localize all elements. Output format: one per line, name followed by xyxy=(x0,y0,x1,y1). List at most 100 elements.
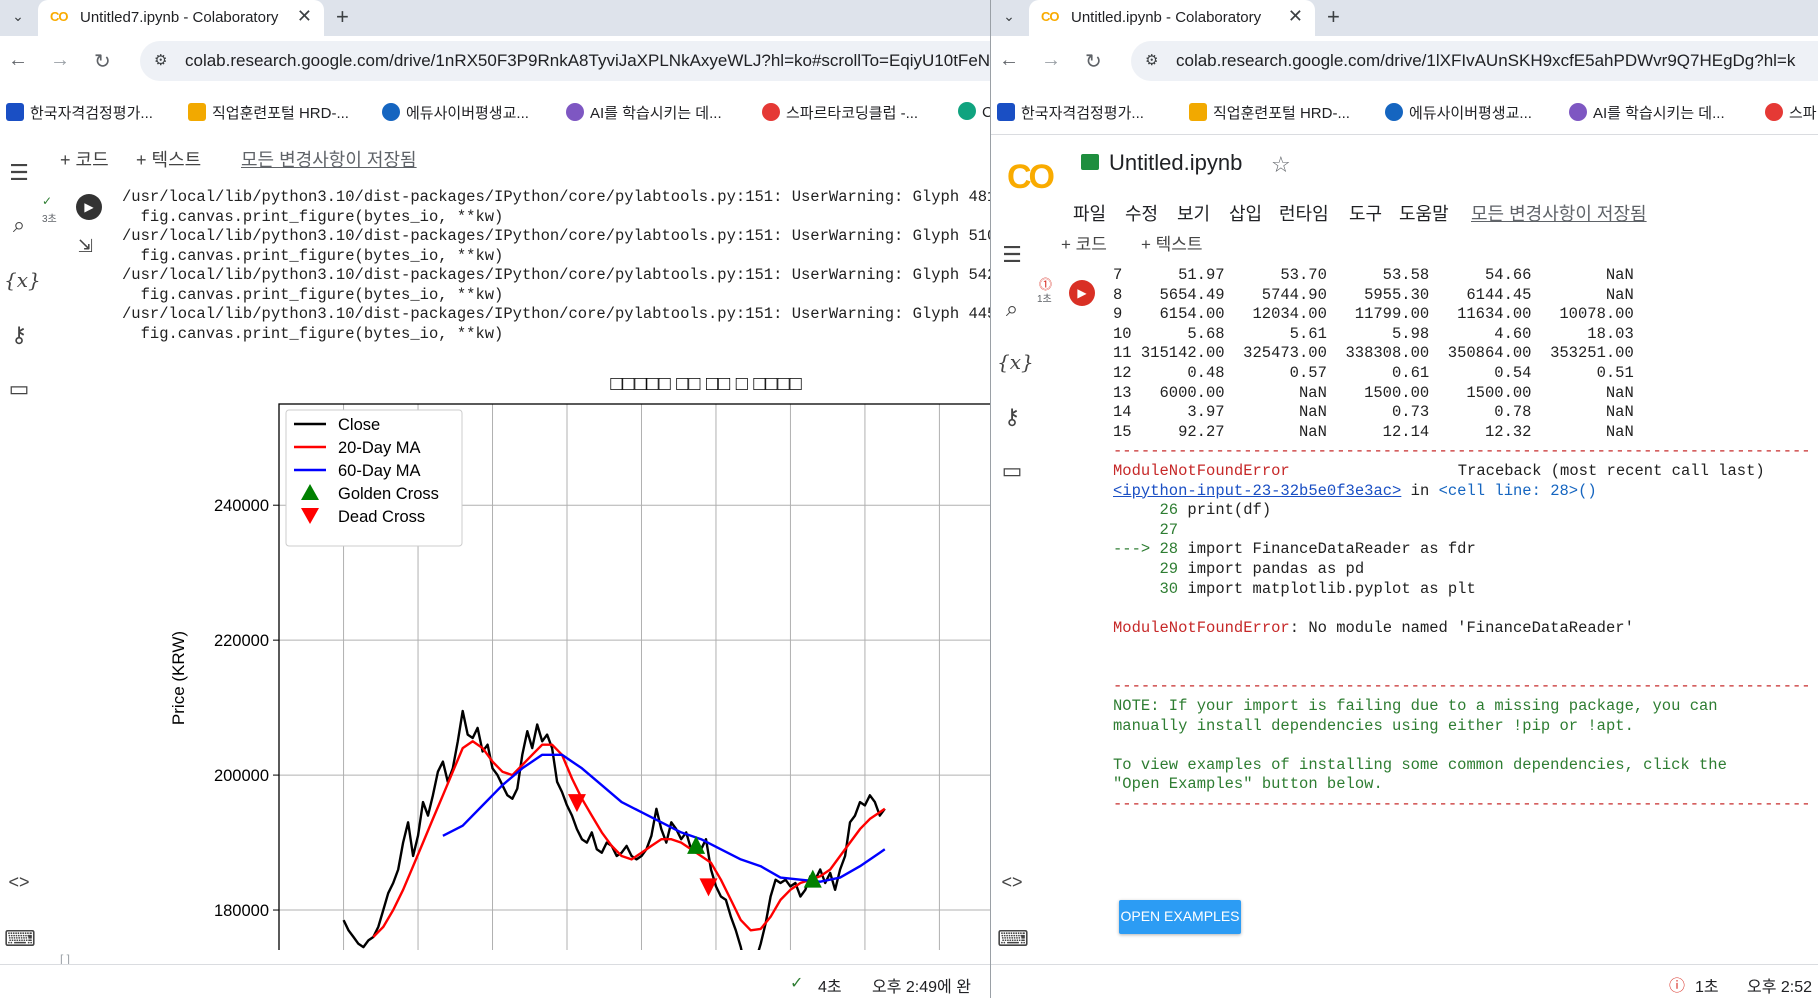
save-status: 모든 변경사항이 저장됨 xyxy=(1471,204,1647,224)
status-check-icon: ✓ xyxy=(790,975,804,992)
bookmark-item[interactable]: C xyxy=(958,102,990,121)
terminal-icon[interactable]: ⌨ xyxy=(4,926,36,952)
legend-close-label: Close xyxy=(338,416,380,434)
bookmark-item[interactable]: AI를 학습시키는 데... xyxy=(1569,102,1725,123)
tab-title: Untitled.ipynb - Colaboratory xyxy=(1071,9,1262,26)
bookmark-hrd-icon xyxy=(1189,103,1207,121)
colab-logo[interactable]: CO xyxy=(1007,158,1055,197)
bookmark-item[interactable]: 한국자격검정평가... xyxy=(6,102,153,123)
menu-edit[interactable]: 수정 xyxy=(1125,200,1158,226)
reload-icon[interactable]: ↻ xyxy=(1085,49,1102,74)
close-tab-icon[interactable]: ✕ xyxy=(1288,6,1303,27)
ipython-input-link[interactable]: <ipython-input-23-32b5e0f3e3ac> xyxy=(1113,482,1401,500)
bookmark-label: 스파 xyxy=(1789,105,1817,122)
add-code-button[interactable]: + 코드 xyxy=(60,146,109,172)
secrets-key-icon[interactable]: ⚷ xyxy=(4,322,34,348)
table-row: 8 5654.49 5744.90 5955.30 6144.45 NaN xyxy=(1113,284,1811,304)
error-output: 7 51.97 53.70 53.58 54.66 NaN 8 5654.49 5744.90 5… xyxy=(1113,264,1811,813)
run-cell-button[interactable]: ▶ xyxy=(76,194,102,220)
terminal-icon[interactable]: ⌨ xyxy=(997,926,1029,952)
browser-tab[interactable]: CO Untitled.ipynb - Colaboratory ✕ xyxy=(1029,0,1315,36)
bookmark-item[interactable]: 직업훈련포털 HRD-... xyxy=(188,102,349,123)
chart-title: □□□□□ □□ □□ □ □□□□ xyxy=(610,373,801,395)
menu-file[interactable]: 파일 xyxy=(1073,200,1106,226)
run-cell-button[interactable]: ▶ xyxy=(1069,280,1095,306)
status-bar: ⓘ 1초 오후 2:52 xyxy=(991,964,1818,998)
status-duration: 1초 xyxy=(1695,979,1719,996)
bookmark-item[interactable]: 스파 xyxy=(1765,102,1817,123)
star-icon[interactable]: ☆ xyxy=(1271,152,1291,178)
y-tick-label: 180000 xyxy=(214,902,269,920)
back-icon[interactable]: ← xyxy=(999,49,1019,72)
close-tab-icon[interactable]: ✕ xyxy=(297,6,312,27)
tab-search-icon[interactable]: ⌄ xyxy=(997,4,1021,28)
code-snippets-icon[interactable]: <> xyxy=(4,872,34,893)
add-text-button[interactable]: + 텍스트 xyxy=(136,146,201,172)
variables-icon[interactable]: {x} xyxy=(4,268,41,292)
toc-icon[interactable]: ☰ xyxy=(997,242,1027,268)
menu-tools[interactable]: 도구 xyxy=(1349,200,1382,226)
variables-icon[interactable]: {x} xyxy=(997,350,1034,374)
bookmark-item[interactable]: 에듀사이버평생교... xyxy=(382,102,529,123)
new-tab-icon[interactable]: + xyxy=(336,4,349,30)
add-code-button[interactable]: + 코드 xyxy=(1061,230,1107,255)
error-header: ModuleNotFoundError Traceback (most recen… xyxy=(1113,460,1811,480)
warning-line: /usr/local/lib/python3.10/dist-packages/… xyxy=(122,188,990,206)
menu-insert[interactable]: 삽입 xyxy=(1229,200,1262,226)
url-field[interactable]: ⚙ colab.research.google.com/drive/1nRX50… xyxy=(140,41,990,81)
menu-view[interactable]: 보기 xyxy=(1177,200,1210,226)
files-folder-icon[interactable]: ▭ xyxy=(4,376,34,402)
site-info-icon[interactable]: ⚙ xyxy=(154,51,167,69)
notebook-title[interactable]: Untitled.ipynb xyxy=(1109,150,1242,176)
forward-icon[interactable]: → xyxy=(50,49,70,72)
add-text-button[interactable]: + 텍스트 xyxy=(1141,230,1203,255)
tab-search-icon[interactable]: ⌄ xyxy=(6,4,30,28)
table-row: 13 6000.00 NaN 1500.00 1500.00 NaN xyxy=(1113,382,1811,402)
bookmark-label: 에듀사이버평생교... xyxy=(1409,105,1532,122)
bookmark-item[interactable]: AI를 학습시키는 데... xyxy=(566,102,722,123)
legend-golden-label: Golden Cross xyxy=(338,485,439,503)
menu-runtime[interactable]: 런타임 xyxy=(1279,200,1329,226)
table-row: 7 51.97 53.70 53.58 54.66 NaN xyxy=(1113,264,1811,284)
legend-ma60-label: 60-Day MA xyxy=(338,462,421,480)
files-folder-icon[interactable]: ▭ xyxy=(997,458,1027,484)
cell-line-ref: <cell line: 28>() xyxy=(1438,481,1597,500)
bookmark-item[interactable]: 직업훈련포털 HRD-... xyxy=(1189,102,1350,123)
forward-icon[interactable]: → xyxy=(1041,49,1061,72)
traceback-code-line: 26 print(df) xyxy=(1113,499,1811,519)
code-line-number: 26 xyxy=(1113,501,1188,520)
traceback-code-line: 27 xyxy=(1113,519,1811,539)
menu-help[interactable]: 도움말 xyxy=(1399,200,1449,226)
bookmark-item[interactable]: 한국자격검정평가... xyxy=(997,102,1144,123)
browser-tab[interactable]: CO Untitled7.ipynb - Colaboratory ✕ xyxy=(38,0,324,36)
secrets-key-icon[interactable]: ⚷ xyxy=(997,404,1027,430)
rule-line: ----------------------------------------… xyxy=(1113,440,1811,460)
new-tab-icon[interactable]: + xyxy=(1327,4,1340,30)
bookmark-item[interactable]: 스파르타코딩클럽 -... xyxy=(762,102,918,123)
rule-line: ----------------------------------------… xyxy=(1113,675,1811,695)
colab-favicon-icon: CO xyxy=(50,9,68,24)
error-name: ModuleNotFoundError xyxy=(1113,461,1290,480)
bookmark-label: C xyxy=(982,104,990,121)
search-icon[interactable]: ⌕ xyxy=(997,296,1027,322)
bookmark-item[interactable]: 에듀사이버평생교... xyxy=(1385,102,1532,123)
search-icon[interactable]: ⌕ xyxy=(4,212,34,238)
exec-check-icon: ✓ xyxy=(42,194,53,208)
back-icon[interactable]: ← xyxy=(8,49,28,72)
table-row: 11 315142.00 325473.00 338308.00 350864.00 35… xyxy=(1113,342,1811,362)
site-info-icon[interactable]: ⚙ xyxy=(1145,51,1158,69)
colab-sidebar: ☰ ⌕ {x} ⚷ ▭ <> ⌨ xyxy=(0,150,41,998)
url-field[interactable]: ⚙ colab.research.google.com/drive/1lXFIv… xyxy=(1131,41,1818,81)
y-tick-label: 220000 xyxy=(214,632,269,650)
code-line-number: ---> 28 xyxy=(1113,540,1188,559)
traceback-location: <ipython-input-23-32b5e0f3e3ac> in <cell… xyxy=(1113,480,1811,500)
code-snippets-icon[interactable]: <> xyxy=(997,872,1027,893)
error-message-line: ModuleNotFoundError: No module named 'Fi… xyxy=(1113,617,1811,637)
output-menu-icon[interactable]: ⇲ xyxy=(78,236,93,257)
bookmarks-bar: 한국자격검정평가... 직업훈련포털 HRD-... 에듀사이버평생교... A… xyxy=(0,96,990,130)
divider-rule: ----------------------------------------… xyxy=(1113,795,1811,814)
warning-line: /usr/local/lib/python3.10/dist-packages/… xyxy=(122,227,990,245)
reload-icon[interactable]: ↻ xyxy=(94,49,111,74)
toc-icon[interactable]: ☰ xyxy=(4,160,34,186)
open-examples-button[interactable]: OPEN EXAMPLES xyxy=(1119,900,1241,934)
